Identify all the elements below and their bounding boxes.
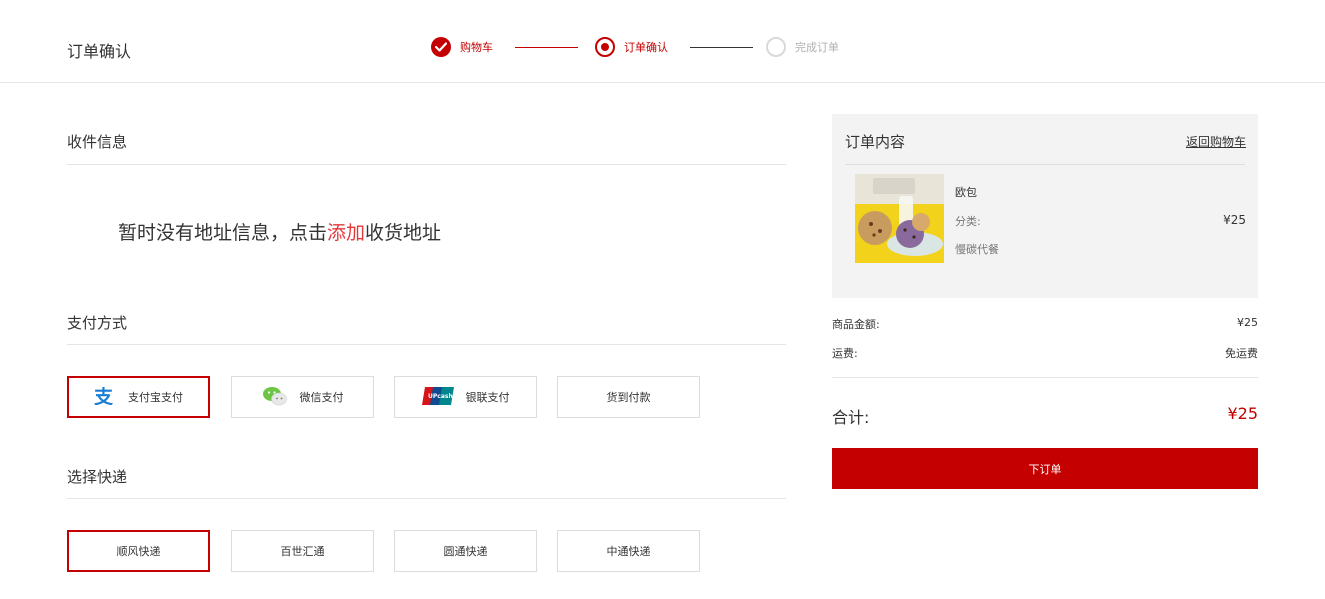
- payment-option-label: 支付宝支付: [128, 391, 183, 404]
- product-image: [855, 174, 944, 263]
- empty-address-suffix: 收货地址: [365, 222, 442, 244]
- payment-section-title: 支付方式: [67, 314, 128, 332]
- payment-option-alipay[interactable]: 支 支付宝支付: [67, 376, 210, 418]
- payment-option-label: 货到付款: [606, 391, 651, 404]
- step-connector: [515, 47, 578, 48]
- check-icon: [431, 37, 451, 57]
- shipping-fee-label: 运费:: [832, 347, 858, 360]
- goods-amount-label: 商品金额:: [832, 318, 880, 331]
- step-confirm: 订单确认: [595, 36, 668, 58]
- divider: [67, 344, 786, 345]
- step-label: 购物车: [460, 41, 493, 54]
- address-section-title: 收件信息: [67, 133, 128, 151]
- shipping-option-sf[interactable]: 顺风快递: [67, 530, 210, 572]
- order-summary-panel: 订单内容 返回购物车 欧包 分类: 慢碳代餐 ¥25: [832, 114, 1258, 298]
- shipping-option-label: 顺风快递: [116, 545, 161, 558]
- step-label: 完成订单: [795, 41, 839, 54]
- payment-option-cod[interactable]: 货到付款: [557, 376, 700, 418]
- goods-amount-value: ¥25: [1237, 316, 1258, 329]
- shipping-option-zto[interactable]: 中通快递: [557, 530, 700, 572]
- page-title: 订单确认: [67, 42, 132, 61]
- total-value: ¥25: [1227, 404, 1258, 423]
- payment-option-label: 银联支付: [465, 391, 510, 404]
- shipping-option-yto[interactable]: 圆通快递: [394, 530, 537, 572]
- divider: [832, 377, 1258, 378]
- divider: [67, 498, 786, 499]
- page-header: 订单确认 购物车 订单确认 完成订单: [0, 0, 1325, 83]
- unionpay-icon: UPcash: [421, 386, 454, 408]
- order-content-title: 订单内容: [845, 133, 906, 151]
- payment-option-wechat[interactable]: 微信支付: [231, 376, 374, 418]
- shipping-option-label: 圆通快递: [443, 545, 488, 558]
- divider: [67, 164, 786, 165]
- wechat-icon: [262, 386, 288, 409]
- empty-address-message: 暂时没有地址信息，点击添加收货地址: [118, 218, 441, 245]
- place-order-button[interactable]: 下订单: [832, 448, 1258, 489]
- shipping-option-label: 百世汇通: [280, 545, 325, 558]
- add-address-link[interactable]: 添加: [327, 222, 365, 244]
- shipping-option-label: 中通快递: [606, 545, 651, 558]
- divider: [845, 164, 1245, 165]
- product-name: 欧包: [955, 186, 977, 199]
- shipping-option-best[interactable]: 百世汇通: [231, 530, 374, 572]
- payment-option-unionpay[interactable]: UPcash 银联支付: [394, 376, 537, 418]
- payment-option-label: 微信支付: [299, 391, 344, 404]
- svg-text:UPcash: UPcash: [428, 393, 453, 400]
- step-label: 订单确认: [624, 41, 668, 54]
- step-complete: 完成订单: [766, 36, 839, 58]
- svg-text:支: 支: [94, 387, 114, 405]
- back-to-cart-link[interactable]: 返回购物车: [1186, 133, 1246, 150]
- empty-circle-icon: [766, 37, 786, 57]
- alipay-icon: 支: [93, 386, 116, 408]
- product-spec: 慢碳代餐: [955, 243, 999, 256]
- product-price: ¥25: [1223, 213, 1246, 227]
- shipping-fee-value: 免运费: [1225, 347, 1258, 360]
- radio-dot-icon: [595, 37, 615, 57]
- step-connector: [690, 47, 753, 48]
- product-category-label: 分类:: [955, 215, 981, 228]
- step-cart: 购物车: [431, 36, 493, 58]
- shipping-section-title: 选择快递: [67, 468, 128, 486]
- empty-address-prefix: 暂时没有地址信息，点击: [118, 222, 328, 244]
- total-label: 合计:: [832, 408, 870, 427]
